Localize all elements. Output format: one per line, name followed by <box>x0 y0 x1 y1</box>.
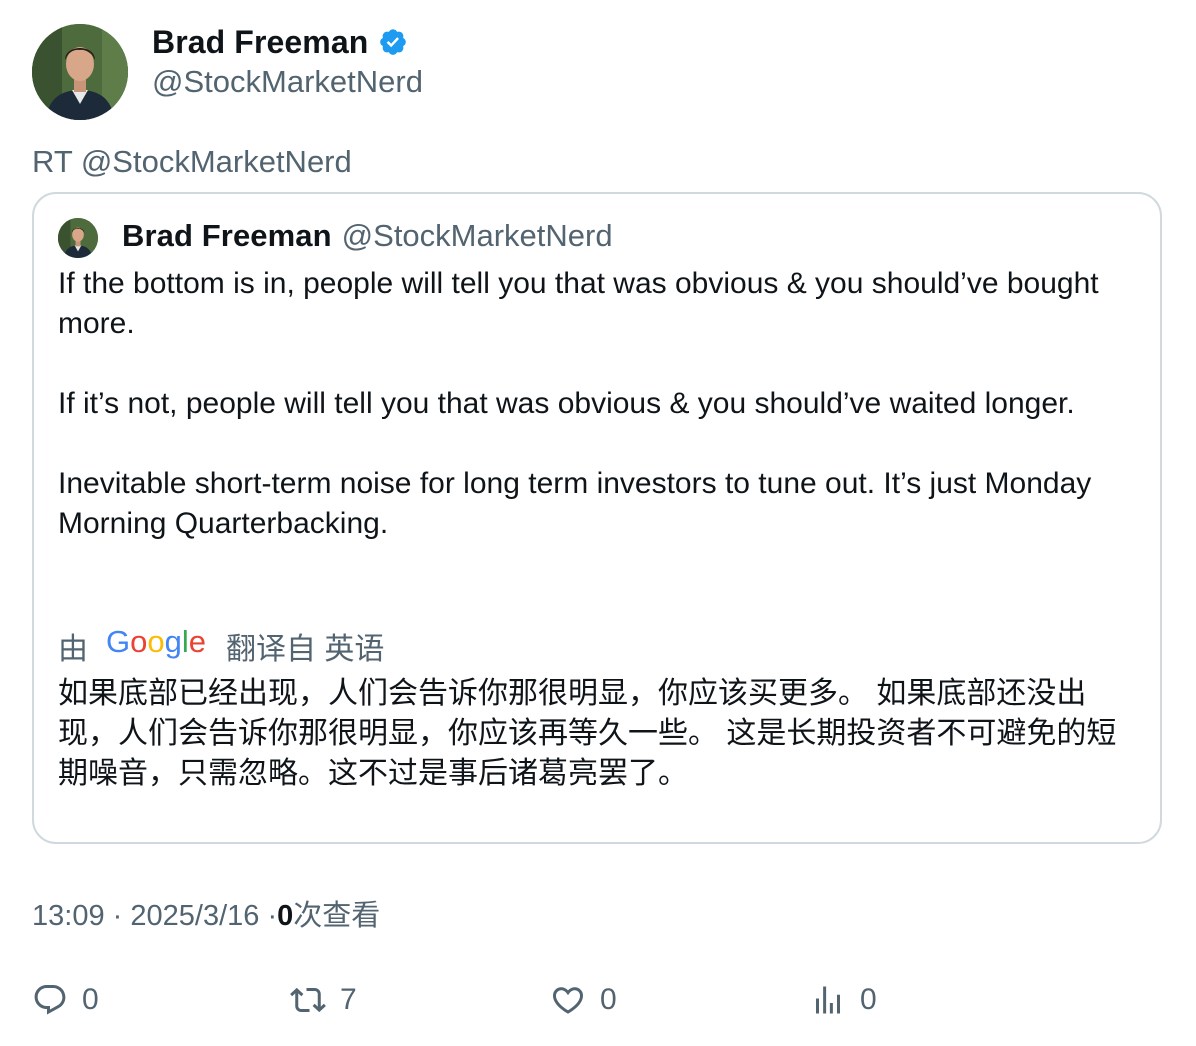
quoted-tweet-text: If the bottom is in, people will tell yo… <box>58 267 1099 540</box>
translation-prefix: 由 <box>58 633 88 666</box>
views-count: 0 <box>277 900 294 932</box>
views-button[interactable]: 0 <box>810 978 877 1022</box>
meta-separator: · <box>267 900 278 932</box>
quoted-tweet-card[interactable]: Brad Freeman @StockMarketNerd If the bot… <box>32 192 1162 844</box>
author-name-row: Brad Freeman <box>152 22 408 62</box>
svg-text:Google: Google <box>106 625 206 659</box>
verified-badge-icon <box>378 27 408 57</box>
quoted-author-display-name[interactable]: Brad Freeman <box>122 218 332 254</box>
like-count: 0 <box>600 983 617 1016</box>
views-icon <box>816 986 840 1014</box>
views-label: 次查看 <box>293 900 381 932</box>
retweet-button[interactable]: 7 <box>290 978 357 1022</box>
translated-text: 如果底部已经出现，人们会告诉你那很明显，你应该买更多。 如果底部还没出现，人们会… <box>58 677 1117 790</box>
tweet-meta: 13:09 · 2025/3/16 ·0次查看 <box>32 892 380 934</box>
reply-count: 0 <box>82 983 99 1016</box>
views-count-action: 0 <box>860 983 877 1016</box>
author-display-name[interactable]: Brad Freeman <box>152 24 368 61</box>
quoted-author-handle[interactable]: @StockMarketNerd <box>342 218 613 254</box>
reply-button[interactable]: 0 <box>32 978 99 1022</box>
author-handle[interactable]: @StockMarketNerd <box>152 64 423 100</box>
retweet-icon <box>290 987 326 1013</box>
retweet-line: RT @StockMarketNerd <box>32 144 352 179</box>
tweet-date[interactable]: 2025/3/16 <box>130 900 259 932</box>
author-avatar[interactable] <box>32 24 128 120</box>
quoted-tweet-header: Brad Freeman @StockMarketNerd <box>122 214 613 258</box>
retweet-count: 7 <box>340 983 357 1016</box>
google-logo: Google <box>106 624 206 667</box>
like-button[interactable]: 0 <box>550 978 617 1022</box>
google-logo-icon: Google <box>106 624 206 659</box>
translation-suffix: 翻译自 英语 <box>226 633 385 666</box>
quoted-author-avatar[interactable] <box>58 218 98 258</box>
reply-icon <box>34 985 66 1015</box>
like-icon <box>552 987 584 1014</box>
tweet-time[interactable]: 13:09 <box>32 900 105 932</box>
translation-attribution: 由 Google 翻译自 英语 <box>58 624 384 668</box>
meta-separator: · <box>112 900 123 932</box>
